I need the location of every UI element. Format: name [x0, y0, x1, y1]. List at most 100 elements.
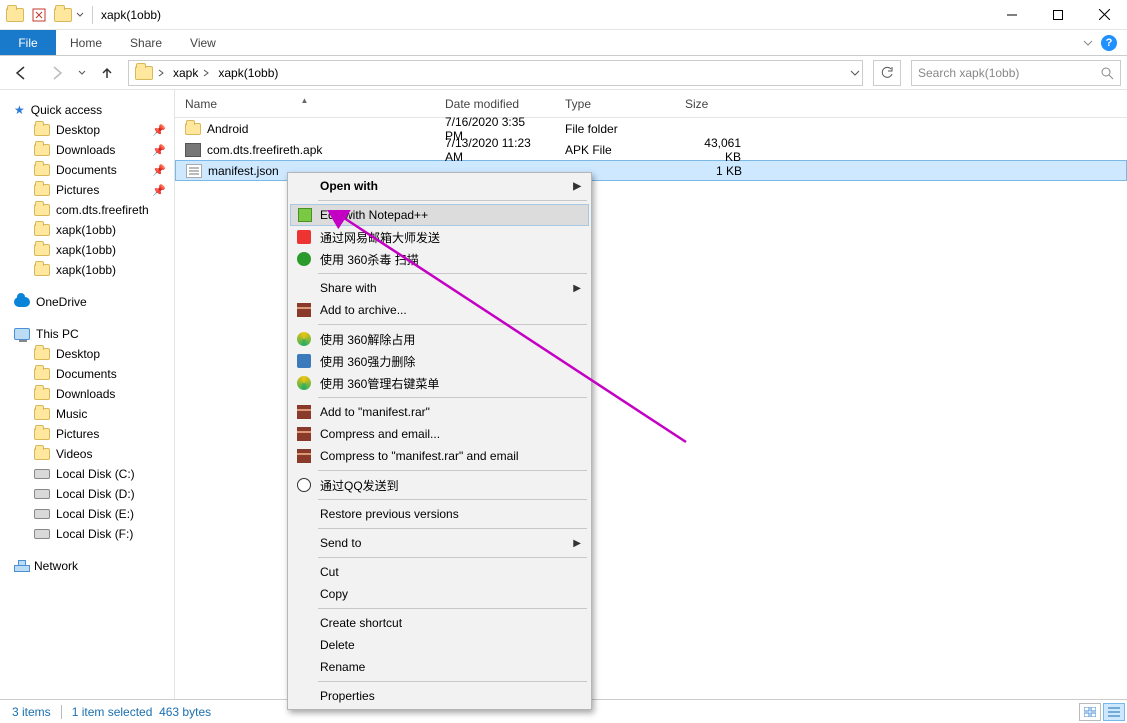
forward-button[interactable] — [42, 59, 72, 87]
search-placeholder: Search xapk(1obb) — [918, 66, 1019, 80]
sidebar-item[interactable]: Documents — [0, 364, 174, 384]
qat-new-folder-icon[interactable] — [52, 4, 74, 26]
network-icon — [14, 560, 28, 572]
refresh-button[interactable] — [873, 60, 901, 86]
network[interactable]: Network — [0, 556, 174, 576]
context-menu-item[interactable]: 使用 360杀毒 扫描 — [290, 248, 589, 270]
col-size[interactable]: Size — [675, 97, 755, 111]
context-menu-item[interactable]: Share with▶ — [290, 277, 589, 299]
context-menu-item[interactable]: Rename — [290, 656, 589, 678]
sidebar-item[interactable]: xapk(1obb) — [0, 240, 174, 260]
menu-separator — [318, 608, 587, 609]
sidebar-item[interactable]: Local Disk (C:) — [0, 464, 174, 484]
rar-icon — [296, 448, 312, 464]
pin-icon: 📌 — [152, 164, 166, 177]
file-tab[interactable]: File — [0, 30, 56, 55]
folder-icon — [34, 244, 50, 256]
sidebar-item[interactable]: xapk(1obb) — [0, 220, 174, 240]
folder-icon — [34, 204, 50, 216]
up-button[interactable] — [92, 59, 122, 87]
folder-icon — [34, 124, 50, 136]
breadcrumb-root-icon[interactable] — [131, 61, 169, 85]
context-menu-item[interactable]: 通过网易邮箱大师发送 — [290, 226, 589, 248]
sidebar-item[interactable]: Downloads📌 — [0, 140, 174, 160]
ribbon-tab-home[interactable]: Home — [56, 30, 116, 55]
context-menu-item[interactable]: Properties — [290, 685, 589, 707]
submenu-arrow-icon: ▶ — [573, 283, 581, 294]
360-icon — [296, 331, 312, 347]
apk-file-icon — [185, 143, 201, 157]
context-menu-item[interactable]: 通过QQ发送到 — [290, 474, 589, 496]
sidebar-item[interactable]: com.dts.freefireth — [0, 200, 174, 220]
sort-indicator-icon: ▲ — [301, 96, 309, 105]
context-menu-item[interactable]: Create shortcut — [290, 612, 589, 634]
context-menu-item[interactable]: Compress and email... — [290, 423, 589, 445]
view-details-button[interactable] — [1103, 703, 1125, 721]
window-title: xapk(1obb) — [101, 8, 161, 22]
onedrive[interactable]: OneDrive — [0, 292, 174, 312]
search-icon — [1100, 66, 1114, 80]
folder-icon — [34, 164, 50, 176]
qat-properties-icon[interactable] — [28, 4, 50, 26]
col-date[interactable]: Date modified — [435, 97, 555, 111]
menu-separator — [318, 324, 587, 325]
sidebar-item[interactable]: Documents📌 — [0, 160, 174, 180]
sidebar-item[interactable]: Desktop📌 — [0, 120, 174, 140]
sidebar-item[interactable]: Downloads — [0, 384, 174, 404]
folder-icon — [34, 408, 50, 420]
sidebar-item[interactable]: Local Disk (E:) — [0, 504, 174, 524]
address-bar[interactable]: xapk xapk(1obb) — [128, 60, 863, 86]
sidebar-item[interactable]: Pictures — [0, 424, 174, 444]
pin-icon: 📌 — [152, 184, 166, 197]
ribbon: File Home Share View ? — [0, 30, 1127, 56]
ribbon-tab-view[interactable]: View — [176, 30, 230, 55]
del-icon — [296, 353, 312, 369]
title-bar: xapk(1obb) — [0, 0, 1127, 30]
context-menu-item[interactable]: Add to archive... — [290, 299, 589, 321]
context-menu-item[interactable]: Compress to "manifest.rar" and email — [290, 445, 589, 467]
context-menu-item[interactable]: Edit with Notepad++ — [290, 204, 589, 226]
chevron-down-icon[interactable] — [1083, 38, 1093, 48]
this-pc[interactable]: This PC — [0, 324, 174, 344]
folder-icon — [34, 368, 50, 380]
breadcrumb-item[interactable]: xapk(1obb) — [214, 61, 282, 85]
qq-icon — [296, 477, 312, 493]
col-name[interactable]: ▲Name — [175, 97, 435, 111]
file-row[interactable]: Android7/16/2020 3:35 PMFile folder — [175, 118, 1127, 139]
maximize-button[interactable] — [1035, 0, 1081, 30]
context-menu-item[interactable]: Delete — [290, 634, 589, 656]
context-menu-item[interactable]: Copy — [290, 583, 589, 605]
recent-locations-icon[interactable] — [78, 66, 86, 80]
sidebar-item[interactable]: Desktop — [0, 344, 174, 364]
context-menu-item[interactable]: Restore previous versions — [290, 503, 589, 525]
col-type[interactable]: Type — [555, 97, 675, 111]
breadcrumb-item[interactable]: xapk — [169, 61, 214, 85]
sidebar-item[interactable]: xapk(1obb) — [0, 260, 174, 280]
sidebar-item[interactable]: Pictures📌 — [0, 180, 174, 200]
ribbon-tab-share[interactable]: Share — [116, 30, 176, 55]
context-menu-item[interactable]: Cut — [290, 561, 589, 583]
sidebar-item[interactable]: Videos — [0, 444, 174, 464]
context-menu-item[interactable]: 使用 360解除占用 — [290, 328, 589, 350]
back-button[interactable] — [6, 59, 36, 87]
view-large-icons-button[interactable] — [1079, 703, 1101, 721]
cloud-icon — [14, 297, 30, 307]
submenu-arrow-icon: ▶ — [573, 538, 581, 549]
search-input[interactable]: Search xapk(1obb) — [911, 60, 1121, 86]
context-menu-item[interactable]: 使用 360管理右键菜单 — [290, 372, 589, 394]
qat-folder-icon[interactable] — [4, 4, 26, 26]
quick-access[interactable]: ★ Quick access — [0, 100, 174, 120]
folder-icon — [34, 348, 50, 360]
close-button[interactable] — [1081, 0, 1127, 30]
sidebar-item[interactable]: Local Disk (F:) — [0, 524, 174, 544]
context-menu-item[interactable]: 使用 360强力删除 — [290, 350, 589, 372]
help-icon[interactable]: ? — [1101, 35, 1117, 51]
chevron-down-icon[interactable] — [850, 66, 860, 80]
context-menu-item[interactable]: Send to▶ — [290, 532, 589, 554]
sidebar-item[interactable]: Local Disk (D:) — [0, 484, 174, 504]
context-menu-item[interactable]: Open with▶ — [290, 175, 589, 197]
file-row[interactable]: com.dts.freefireth.apk7/13/2020 11:23 AM… — [175, 139, 1127, 160]
context-menu-item[interactable]: Add to "manifest.rar" — [290, 401, 589, 423]
sidebar-item[interactable]: Music — [0, 404, 174, 424]
minimize-button[interactable] — [989, 0, 1035, 30]
